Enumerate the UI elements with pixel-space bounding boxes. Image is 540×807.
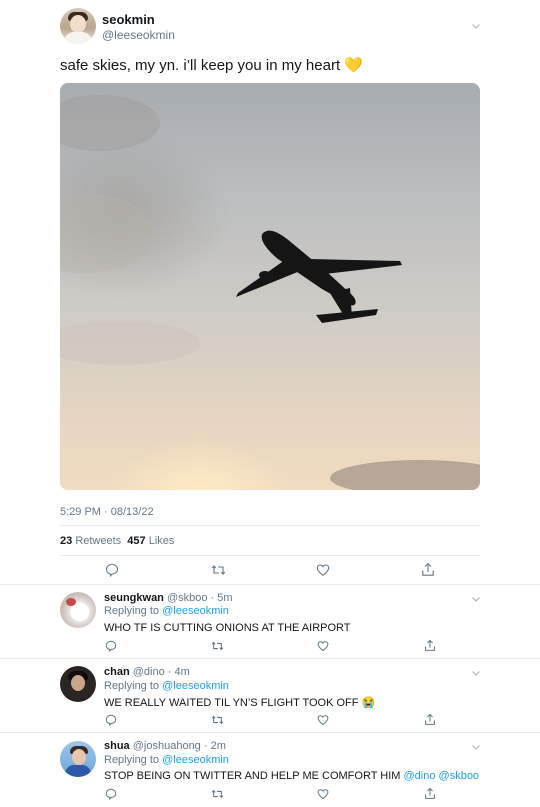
chevron-down-icon[interactable] [470, 20, 482, 32]
avatar-shirt [64, 32, 92, 44]
divider [60, 555, 480, 556]
reply-avatar[interactable] [60, 666, 96, 702]
reply-display-name[interactable]: shua [104, 740, 130, 752]
likes-count[interactable]: 457 [127, 535, 145, 547]
reply-avatar[interactable] [60, 741, 96, 777]
retweets-count[interactable]: 23 [60, 535, 72, 547]
reply-avatar[interactable] [60, 592, 96, 628]
replying-to-link[interactable]: @leeseokmin [162, 680, 229, 692]
retweet-icon[interactable] [211, 640, 224, 652]
replying-to-link[interactable]: @leeseokmin [162, 754, 229, 766]
heart-icon[interactable] [317, 788, 329, 800]
mention-link[interactable]: @dino [404, 770, 436, 782]
mention-link[interactable]: @skboo [439, 770, 480, 782]
reply-time[interactable]: 4m [175, 666, 190, 678]
avatar[interactable] [60, 8, 96, 44]
avatar-accent [66, 598, 76, 606]
reply-time[interactable]: 5m [217, 592, 232, 604]
heart-icon[interactable] [316, 563, 330, 577]
retweets-label[interactable]: Retweets [75, 535, 121, 547]
avatar-face [72, 749, 86, 765]
reply-time[interactable]: 2m [211, 740, 226, 752]
avatar-shirt [65, 765, 91, 777]
reply-icon[interactable] [105, 640, 117, 652]
reply-handle[interactable]: @joshuahong [133, 740, 201, 752]
reply-text: WHO TF IS CUTTING ONIONS AT THE AIRPORT [104, 622, 351, 634]
reply-text: STOP BEING ON TWITTER AND HELP ME COMFOR… [104, 770, 479, 782]
airplane-silhouette [60, 95, 480, 490]
likes-label[interactable]: Likes [149, 535, 175, 547]
divider [0, 732, 540, 733]
replying-to-link[interactable]: @leeseokmin [162, 605, 229, 617]
replying-to-label: Replying to [104, 605, 160, 617]
tweet-text: safe skies, my yn. i’ll keep you in my h… [60, 57, 363, 74]
divider [60, 525, 480, 526]
tweet-display-name[interactable]: seokmin [102, 12, 155, 27]
tweet-timestamp[interactable]: 5:29 PM · 08/13/22 [60, 506, 154, 518]
tweet-handle[interactable]: @leeseokmin [102, 28, 175, 42]
reply-text-body: STOP BEING ON TWITTER AND HELP ME COMFOR… [104, 770, 401, 782]
replying-to-label: Replying to [104, 754, 160, 766]
heart-icon[interactable] [317, 714, 329, 726]
reply-display-name[interactable]: seungkwan [104, 592, 164, 604]
chevron-down-icon[interactable] [470, 741, 482, 753]
reply-header: shua @joshuahong · 2m [104, 740, 226, 752]
share-icon[interactable] [424, 713, 436, 726]
chevron-down-icon[interactable] [470, 593, 482, 605]
replying-to: Replying to @leeseokmin [104, 680, 229, 692]
retweet-icon[interactable] [211, 788, 224, 800]
reply-icon[interactable] [105, 788, 117, 800]
share-icon[interactable] [424, 639, 436, 652]
reply-icon[interactable] [105, 714, 117, 726]
retweet-icon[interactable] [211, 714, 224, 726]
reply-icon[interactable] [105, 563, 119, 577]
replying-to-label: Replying to [104, 680, 160, 692]
reply-header: seungkwan @skboo · 5m [104, 592, 233, 604]
divider [0, 584, 540, 585]
reply-display-name[interactable]: chan [104, 666, 130, 678]
heart-icon[interactable] [317, 640, 329, 652]
tweet-photo[interactable] [60, 83, 480, 490]
divider [0, 658, 540, 659]
retweet-icon[interactable] [211, 563, 226, 577]
avatar-face [70, 15, 86, 33]
reply-handle[interactable]: @skboo [167, 592, 208, 604]
reply-text: WE REALLY WAITED TIL YN’S FLIGHT TOOK OF… [104, 697, 376, 709]
chevron-down-icon[interactable] [470, 667, 482, 679]
avatar-face [71, 675, 85, 691]
reply-header: chan @dino · 4m [104, 666, 190, 678]
share-icon[interactable] [421, 562, 435, 577]
reply-handle[interactable]: @dino [133, 666, 165, 678]
share-icon[interactable] [424, 787, 436, 800]
replying-to: Replying to @leeseokmin [104, 754, 229, 766]
replying-to: Replying to @leeseokmin [104, 605, 229, 617]
tweet-stats: 23 Retweets 457 Likes [60, 535, 174, 547]
